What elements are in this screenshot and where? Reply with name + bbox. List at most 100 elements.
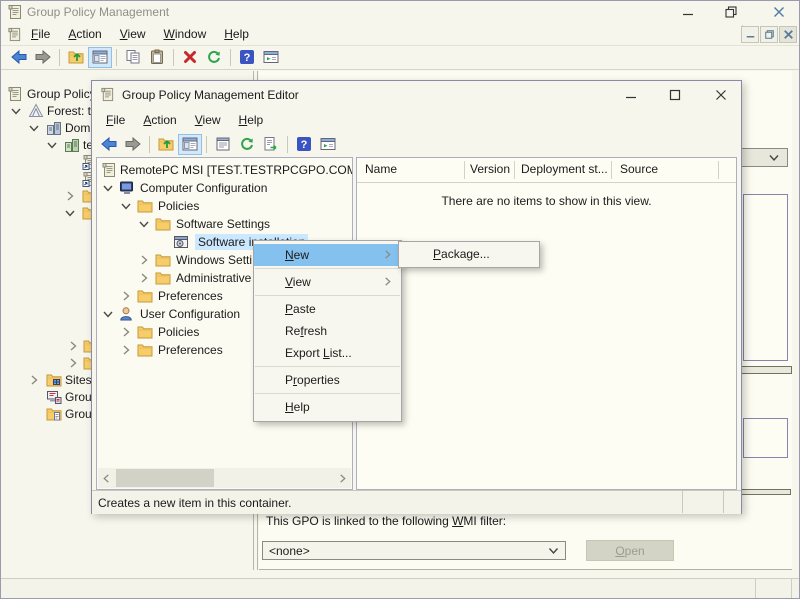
properties-button[interactable] xyxy=(211,134,235,155)
column-separator[interactable] xyxy=(718,161,719,179)
tree-item-computer-configuration[interactable]: Computer Configuration xyxy=(103,179,267,197)
editor-minimize-button[interactable] xyxy=(622,87,640,103)
export-list-button[interactable] xyxy=(259,134,283,155)
context-menu-export-list[interactable]: Export List... xyxy=(254,342,401,364)
main-menu-help[interactable]: Help xyxy=(215,23,258,45)
tree-item-software-settings[interactable]: Software Settings xyxy=(139,215,270,233)
chevron-right-icon[interactable] xyxy=(139,255,149,265)
tree-item-policies-user[interactable]: Policies xyxy=(121,323,199,341)
tree-item-policies[interactable]: Policies xyxy=(121,197,199,215)
paste-button[interactable] xyxy=(145,47,169,68)
child-close-button[interactable] xyxy=(779,26,797,43)
copy-button[interactable] xyxy=(121,47,145,68)
linked-gpo-dropdown-fragment[interactable] xyxy=(736,148,788,167)
chevron-right-icon[interactable] xyxy=(121,291,131,301)
chevron-down-icon[interactable] xyxy=(65,208,75,218)
editor-menu-view[interactable]: View xyxy=(186,109,230,131)
open-button[interactable]: Open xyxy=(586,540,674,561)
tree-item-windows-settings[interactable]: Windows Setti xyxy=(139,251,252,269)
tree-item-gpo-root[interactable]: RemotePC MSI [TEST.TESTRPCGPO.COM] P xyxy=(101,161,353,179)
new-window-button[interactable] xyxy=(316,134,340,155)
tree-item-sites[interactable]: Sites xyxy=(29,371,92,388)
chevron-down-icon[interactable] xyxy=(103,183,113,193)
delete-button[interactable] xyxy=(178,47,202,68)
context-menu-help[interactable]: Help xyxy=(254,396,401,418)
refresh-button[interactable] xyxy=(235,134,259,155)
chevron-down-icon[interactable] xyxy=(121,201,131,211)
column-source[interactable]: Source xyxy=(620,162,658,176)
context-menu: New View Paste Refresh Export List... Pr… xyxy=(253,240,402,422)
new-window-button[interactable] xyxy=(259,47,283,68)
chevron-right-icon[interactable] xyxy=(121,345,131,355)
forward-button[interactable] xyxy=(31,47,55,68)
scroll-left-button[interactable] xyxy=(98,468,115,488)
child-restore-button[interactable] xyxy=(760,26,778,43)
tree-item-preferences-user[interactable]: Preferences xyxy=(121,341,223,359)
column-separator[interactable] xyxy=(611,161,612,179)
main-restore-button[interactable] xyxy=(722,4,740,20)
tree-item-domain[interactable]: te xyxy=(47,136,93,153)
forward-button[interactable] xyxy=(121,134,145,155)
chevron-down-icon[interactable] xyxy=(29,123,39,133)
tree-item-wmi-filters[interactable]: Grou xyxy=(46,388,92,405)
column-deployment-state[interactable]: Deployment st... xyxy=(521,162,608,176)
up-one-level-button[interactable] xyxy=(64,47,88,68)
context-menu-refresh[interactable]: Refresh xyxy=(254,320,401,342)
chevron-right-icon[interactable] xyxy=(139,273,149,283)
context-menu-properties[interactable]: Properties xyxy=(254,369,401,391)
show-console-tree-button[interactable] xyxy=(88,47,112,68)
scope-list-fragment[interactable] xyxy=(743,418,788,458)
chevron-down-icon[interactable] xyxy=(11,106,21,116)
scroll-right-button[interactable] xyxy=(334,468,351,488)
child-minimize-button[interactable] xyxy=(741,26,759,43)
column-version[interactable]: Version xyxy=(470,162,510,176)
submenu-package[interactable]: Package... xyxy=(399,242,539,267)
editor-close-button[interactable] xyxy=(712,87,730,103)
tree-item-administrative-templates[interactable]: Administrative xyxy=(139,269,251,287)
wmi-filter-dropdown[interactable]: <none> xyxy=(262,541,566,560)
button-fragment[interactable] xyxy=(741,366,792,374)
scope-list-fragment[interactable] xyxy=(743,194,788,361)
chevron-down-icon[interactable] xyxy=(139,219,149,229)
column-separator[interactable] xyxy=(464,161,465,179)
horizontal-scrollbar[interactable] xyxy=(98,468,351,488)
scrollbar-thumb[interactable] xyxy=(116,469,214,487)
chevron-right-icon[interactable] xyxy=(121,327,131,337)
context-menu-paste[interactable]: Paste xyxy=(254,298,401,320)
chevron-right-icon[interactable] xyxy=(68,341,78,351)
main-minimize-button[interactable] xyxy=(679,4,697,20)
main-close-button[interactable] xyxy=(770,4,788,20)
tree-item-starter-gpos[interactable]: Grou xyxy=(46,405,92,422)
editor-menu-help[interactable]: Help xyxy=(230,109,273,131)
tree-item-user-configuration[interactable]: User Configuration xyxy=(103,305,240,323)
back-button[interactable] xyxy=(97,134,121,155)
main-menu-file[interactable]: File xyxy=(22,23,59,45)
back-button[interactable] xyxy=(7,47,31,68)
editor-menu-action[interactable]: Action xyxy=(134,109,185,131)
main-menu-action[interactable]: Action xyxy=(59,23,110,45)
help-button[interactable] xyxy=(292,134,316,155)
chevron-right-icon[interactable] xyxy=(29,375,39,385)
wmi-filter-value: <none> xyxy=(269,544,310,558)
context-menu-view[interactable]: View xyxy=(254,271,401,293)
chevron-right-icon[interactable] xyxy=(65,191,75,201)
up-one-level-button[interactable] xyxy=(154,134,178,155)
chevron-down-icon[interactable] xyxy=(103,309,113,319)
refresh-button[interactable] xyxy=(202,47,226,68)
tree-item-preferences[interactable]: Preferences xyxy=(121,287,223,305)
context-menu-new[interactable]: New xyxy=(254,244,401,266)
editor-menu-file[interactable]: File xyxy=(97,109,134,131)
column-name[interactable]: Name xyxy=(365,162,397,176)
help-button[interactable] xyxy=(235,47,259,68)
tree-item-domains[interactable]: Dom xyxy=(29,119,90,136)
main-menu-view[interactable]: View xyxy=(111,23,155,45)
minimize-icon xyxy=(746,30,755,39)
column-separator[interactable] xyxy=(514,161,515,179)
tree-item-group-policy-root[interactable]: Group Policy xyxy=(7,85,96,102)
chevron-down-icon[interactable] xyxy=(47,140,57,150)
chevron-right-icon[interactable] xyxy=(68,358,78,368)
editor-maximize-button[interactable] xyxy=(666,87,684,103)
main-menu-window[interactable]: Window xyxy=(155,23,216,45)
tree-item-forest[interactable]: Forest: te xyxy=(11,102,98,119)
show-console-tree-button[interactable] xyxy=(178,134,202,155)
